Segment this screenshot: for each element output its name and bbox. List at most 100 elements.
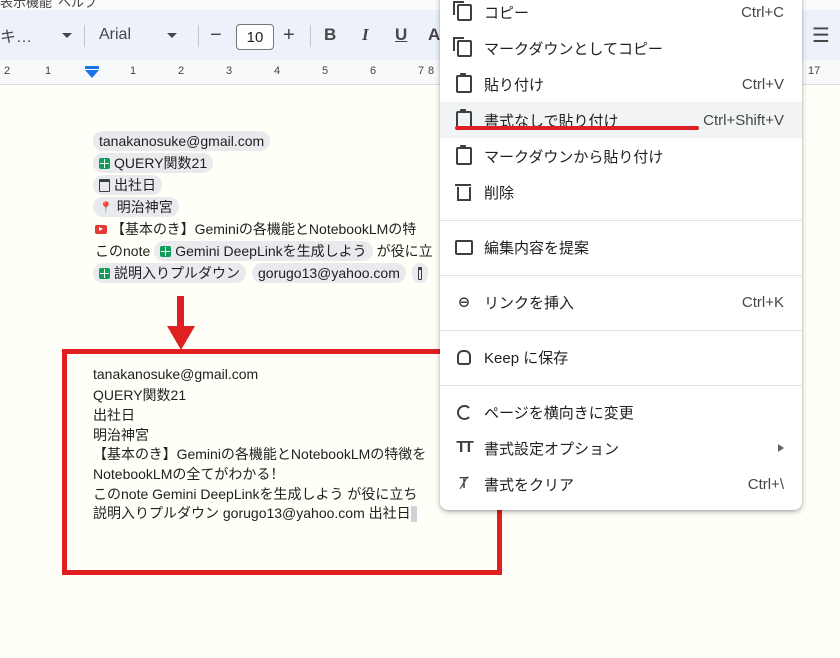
rotate-icon (454, 402, 474, 422)
context-menu: コピー Ctrl+C マークダウンとしてコピー 貼り付け Ctrl+V 書式なし… (440, 0, 802, 510)
menu-divider (440, 385, 802, 386)
menu-divider (440, 275, 802, 276)
calendar-icon (99, 178, 110, 192)
menu-item-clear-format[interactable]: Ⱦ 書式をクリア Ctrl+\ (440, 466, 802, 502)
markdown-paste-icon (454, 145, 474, 166)
email-text: tanakanosuke@gmail.com (99, 133, 265, 149)
chevron-down-icon (167, 32, 178, 38)
menu-item-copy-markdown[interactable]: マークダウンとしてコピー (440, 30, 802, 66)
menu-item-label: Keep に保存 (484, 349, 569, 367)
bold-button[interactable]: B (324, 10, 336, 60)
format-icon: TT (456, 439, 474, 456)
doc-link-chip[interactable]: Gemini DeepLinkを生成しよう (154, 241, 373, 261)
annotation-box (62, 349, 502, 575)
font-label: Arial (99, 26, 132, 43)
toolbar-divider (84, 25, 85, 47)
menu-item-copy[interactable]: コピー Ctrl+C (440, 0, 802, 30)
annotation-underline (455, 126, 699, 130)
ruler-number: 5 (322, 65, 329, 77)
sheet-chip[interactable]: 説明入りプルダウン (93, 263, 246, 283)
menu-item-landscape[interactable]: ページを横向きに変更 (440, 394, 802, 430)
menu-item-label: 書式設定オプション (484, 440, 620, 458)
menu-divider (440, 330, 802, 331)
ruler-number: 4 (274, 65, 281, 77)
ruler-number: 6 (370, 65, 377, 77)
menu-item-label: マークダウンとしてコピー (484, 40, 663, 58)
toolbar-divider (198, 25, 199, 47)
indent-marker[interactable] (85, 66, 99, 69)
menu-item-save-keep[interactable]: Keep に保存 (440, 339, 802, 375)
ruler-number: 2 (4, 65, 11, 77)
menu-item-label: 書式をクリア (484, 476, 575, 494)
font-size-input[interactable]: 10 (236, 24, 274, 50)
clear-format-icon: Ⱦ (459, 475, 469, 492)
ruler-number: 3 (226, 65, 233, 77)
menu-item-shortcut: Ctrl+C (741, 3, 784, 21)
ruler-number: 8 (428, 65, 435, 77)
email-chip[interactable]: gorugo13@yahoo.com (252, 263, 406, 283)
date-chip[interactable]: 出社日 (93, 175, 162, 195)
copy-icon (452, 0, 474, 22)
ruler-number: 1 (130, 65, 137, 77)
ruler-number: 2 (178, 65, 185, 77)
underline-button[interactable]: U (395, 10, 407, 60)
keep-icon (454, 347, 474, 367)
markdown-copy-icon (452, 36, 474, 58)
chevron-down-icon (62, 32, 73, 38)
doc-link-text: Gemini DeepLinkを生成しよう (175, 243, 367, 259)
sheets-icon (99, 157, 110, 169)
doc-line-7: 説明入りプルダウン gorugo13@yahoo.com (93, 263, 428, 283)
increase-font-button[interactable]: + (283, 10, 295, 60)
menu-item-label: 貼り付け (484, 76, 545, 94)
style-dropdown[interactable]: キ… (0, 10, 73, 60)
menu-item-label: 削除 (484, 184, 515, 202)
sheet-chip-text: 説明入りプルダウン (114, 265, 240, 281)
menu-item-format-options[interactable]: TT 書式設定オプション (440, 430, 802, 466)
checklist-icon[interactable]: ☰ (812, 10, 830, 60)
location-pin-icon: 📍 (99, 201, 113, 214)
sheet-chip-text: QUERY関数21 (114, 155, 208, 171)
sheets-icon (160, 245, 172, 257)
email-chip[interactable]: tanakanosuke@gmail.com (93, 131, 271, 151)
menu-divider (440, 220, 802, 221)
suggest-edit-icon (454, 237, 474, 257)
place-chip-text: 明治神宮 (116, 199, 173, 215)
annotation-arrow-head (167, 326, 195, 350)
ruler-number: 1 (45, 65, 52, 77)
menu-item-paste-plain[interactable]: 書式なしで貼り付け Ctrl+Shift+V (440, 102, 802, 138)
date-chip[interactable] (411, 263, 428, 283)
ruler-number: 17 (808, 65, 821, 77)
menu-item-suggest-edit[interactable]: 編集内容を提案 (440, 229, 802, 265)
menu-item-shortcut: Ctrl+\ (747, 475, 784, 493)
doc-line-6: このnote Gemini DeepLinkを生成しよう が役に立 (95, 241, 433, 261)
sheets-icon (99, 267, 110, 279)
email-text: gorugo13@yahoo.com (258, 265, 400, 281)
menu-item-delete[interactable]: 削除 (440, 174, 802, 210)
text-color-button[interactable]: A (428, 10, 440, 60)
menu-item-paste[interactable]: 貼り付け Ctrl+V (440, 66, 802, 102)
link-icon: ⊖ (457, 294, 471, 311)
menu-item-label: 編集内容を提案 (484, 239, 590, 257)
menu-item-label: リンクを挿入 (484, 294, 575, 312)
menu-item-shortcut: Ctrl+Shift+V (703, 111, 784, 129)
date-chip-text: 出社日 (114, 177, 156, 193)
line-prefix: このnote (95, 243, 151, 259)
style-label: キ… (0, 29, 33, 46)
video-chip[interactable]: 【基本のき】Geminiの各機能とNotebookLMの特 (95, 219, 416, 239)
ruler-number: 7 (418, 65, 425, 77)
italic-button[interactable]: I (362, 10, 369, 60)
calendar-icon (417, 266, 422, 280)
menu-item-shortcut: Ctrl+V (741, 75, 784, 93)
font-dropdown[interactable]: Arial (99, 10, 178, 60)
paste-icon (454, 73, 474, 94)
decrease-font-button[interactable]: − (210, 10, 222, 60)
menu-item-insert-link[interactable]: ⊖ リンクを挿入 Ctrl+K (440, 284, 802, 320)
menu-item-label: コピー (484, 4, 530, 22)
indent-marker[interactable] (85, 70, 99, 78)
menu-item-shortcut: Ctrl+K (741, 293, 784, 311)
place-chip[interactable]: 📍 明治神宮 (93, 197, 179, 217)
toolbar-divider (310, 25, 311, 47)
youtube-icon (95, 224, 107, 234)
sheet-chip[interactable]: QUERY関数21 (93, 153, 214, 173)
menu-item-paste-markdown[interactable]: マークダウンから貼り付け (440, 138, 802, 174)
